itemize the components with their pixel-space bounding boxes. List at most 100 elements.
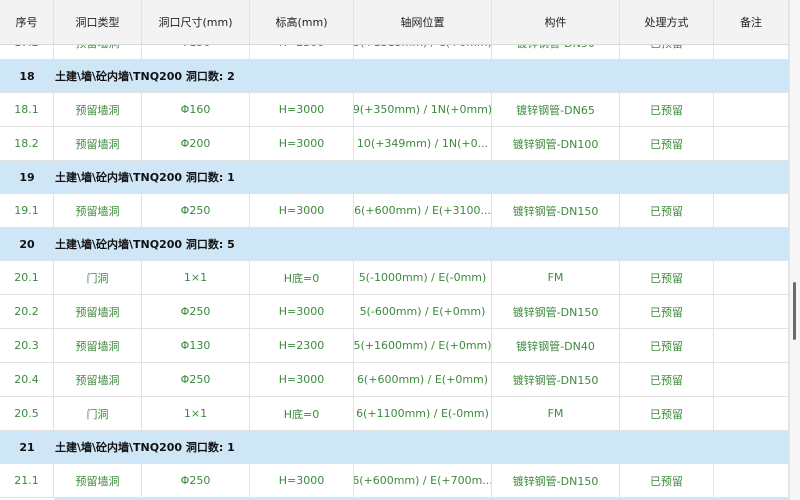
group-row[interactable]: 21 土建\墙\砼内墙\TNQ200 洞口数: 1 xyxy=(0,431,789,464)
cell-type: 预留墙洞 xyxy=(54,329,142,362)
cell-component: FM xyxy=(492,397,620,430)
group-row[interactable]: 19 土建\墙\砼内墙\TNQ200 洞口数: 1 xyxy=(0,161,789,194)
cell-axis-position: 5(+1600mm) / E(+0mm) xyxy=(354,329,492,362)
group-title: 土建\墙\砼内墙\TNQ200 洞口数: 5 xyxy=(55,238,235,251)
cell-remark xyxy=(714,464,789,497)
table-row[interactable]: 20.4 预留墙洞 Φ250 H=3000 6(+600mm) / E(+0mm) 镀锌钢… xyxy=(0,363,789,397)
cell-index: 18.2 xyxy=(0,127,54,160)
cell-type: 门洞 xyxy=(54,397,142,430)
cell-type: 预留墙洞 xyxy=(54,127,142,160)
scrollbar-thumb[interactable] xyxy=(793,282,796,340)
cell-remark xyxy=(714,194,789,227)
group-row[interactable]: 20 土建\墙\砼内墙\TNQ200 洞口数: 5 xyxy=(0,228,789,261)
group-title: 土建\墙\砼内墙\TNQ200 洞口数: 1 xyxy=(55,441,235,454)
cell-remark xyxy=(714,127,789,160)
cell-elevation: H=3000 xyxy=(250,295,354,328)
cell-axis-position: 9(+350mm) / 1N(+0mm) xyxy=(354,93,492,126)
cell-type: 预留墙洞 xyxy=(54,295,142,328)
cell-size: Φ160 xyxy=(142,93,250,126)
table-header: 序号 洞口类型 洞口尺寸(mm) 标高(mm) 轴网位置 构件 处理方式 备注 xyxy=(0,0,789,45)
cell-remark xyxy=(714,295,789,328)
cell-type: 预留墙洞 xyxy=(54,464,142,497)
column-header-size: 洞口尺寸(mm) xyxy=(142,0,250,44)
cell-axis-position: 6(+600mm) / E(+0mm) xyxy=(354,363,492,396)
cell-axis-position: 6(+600mm) / E(+700m... xyxy=(354,464,492,497)
cell-component: 镀锌钢管-DN100 xyxy=(492,127,620,160)
cell-size: 1×1 xyxy=(142,397,250,430)
cell-remark xyxy=(714,363,789,396)
table-row[interactable]: 18.1 预留墙洞 Φ160 H=3000 9(+350mm) / 1N(+0mm) 镀锌… xyxy=(0,93,789,127)
group-index: 20 xyxy=(19,237,35,251)
cell-elevation: H=3000 xyxy=(250,194,354,227)
table-row[interactable]: 19.1 预留墙洞 Φ250 H=3000 6(+600mm) / E(+3100...… xyxy=(0,194,789,228)
cell-size: Φ250 xyxy=(142,194,250,227)
cell-treatment: 已预留 xyxy=(620,127,714,160)
group-index: 21 xyxy=(19,440,35,454)
group-row[interactable]: 18 土建\墙\砼内墙\TNQ200 洞口数: 2 xyxy=(0,60,789,93)
column-header-elevation: 标高(mm) xyxy=(250,0,354,44)
cell-treatment: 已预留 xyxy=(620,295,714,328)
opening-table: 序号洞口类型洞口尺寸(mm)标高(mm)轴网位置构件处理方式备注 17.2预留墙… xyxy=(0,0,789,500)
group-title: 土建\墙\砼内墙\TNQ200 洞口数: 2 xyxy=(55,70,235,83)
cell-index: 19.1 xyxy=(0,194,54,227)
cell-type: 预留墙洞 xyxy=(54,93,142,126)
cell-component: 镀锌钢管-DN150 xyxy=(492,194,620,227)
cell-index: 20.2 xyxy=(0,295,54,328)
vertical-scrollbar[interactable] xyxy=(789,0,800,500)
cell-component: 镀锌钢管-DN40 xyxy=(492,329,620,362)
column-header-index: 序号 xyxy=(0,0,54,44)
cell-type: 门洞 xyxy=(54,261,142,294)
table-row[interactable]: 18.2 预留墙洞 Φ200 H=3000 10(+349mm) / 1N(+0... 镀… xyxy=(0,127,789,161)
column-header-axis-position: 轴网位置 xyxy=(354,0,492,44)
cell-treatment: 已预留 xyxy=(620,93,714,126)
cell-index: 20.4 xyxy=(0,363,54,396)
table-row[interactable]: 20.2 预留墙洞 Φ250 H=3000 5(-600mm) / E(+0mm) 镀锌钢… xyxy=(0,295,789,329)
cell-size: 1×1 xyxy=(142,261,250,294)
cell-elevation: H=3000 xyxy=(250,127,354,160)
cell-index: 21.1 xyxy=(0,464,54,497)
cell-size: Φ250 xyxy=(142,464,250,497)
group-index: 19 xyxy=(19,170,35,184)
cell-remark xyxy=(714,261,789,294)
cell-elevation: H=3000 xyxy=(250,93,354,126)
cell-elevation: H=3000 xyxy=(250,464,354,497)
cell-treatment: 已预留 xyxy=(620,194,714,227)
table-row[interactable]: 20.3 预留墙洞 Φ130 H=2300 5(+1600mm) / E(+0mm) 镀锌… xyxy=(0,329,789,363)
cell-size: Φ250 xyxy=(142,295,250,328)
table-row[interactable]: 21.1 预留墙洞 Φ250 H=3000 6(+600mm) / E(+700m...… xyxy=(0,464,789,498)
cell-elevation: H底=0 xyxy=(250,261,354,294)
group-title: 土建\墙\砼内墙\TNQ200 洞口数: 1 xyxy=(55,171,235,184)
cell-component: 镀锌钢管-DN150 xyxy=(492,295,620,328)
cell-size: Φ250 xyxy=(142,363,250,396)
cell-component: 镀锌钢管-DN65 xyxy=(492,93,620,126)
cell-index: 20.5 xyxy=(0,397,54,430)
cell-type: 预留墙洞 xyxy=(54,363,142,396)
column-header-treatment: 处理方式 xyxy=(620,0,714,44)
cell-treatment: 已预留 xyxy=(620,397,714,430)
cell-axis-position: 10(+349mm) / 1N(+0... xyxy=(354,127,492,160)
column-header-component: 构件 xyxy=(492,0,620,44)
cell-component: 镀锌钢管-DN150 xyxy=(492,464,620,497)
group-index: 18 xyxy=(19,69,35,83)
cell-axis-position: 5(-600mm) / E(+0mm) xyxy=(354,295,492,328)
cell-index: 18.1 xyxy=(0,93,54,126)
cell-index: 20.1 xyxy=(0,261,54,294)
column-header-remark: 备注 xyxy=(714,0,789,44)
cell-elevation: H=2300 xyxy=(250,329,354,362)
cell-component: FM xyxy=(492,261,620,294)
cell-component: 镀锌钢管-DN150 xyxy=(492,363,620,396)
cell-treatment: 已预留 xyxy=(620,363,714,396)
cell-treatment: 已预留 xyxy=(620,261,714,294)
table-row[interactable]: 20.5 门洞 1×1 H底=0 6(+1100mm) / E(-0mm) FM 已预留 xyxy=(0,397,789,431)
cell-remark xyxy=(714,397,789,430)
cell-treatment: 已预留 xyxy=(620,464,714,497)
table-row[interactable]: 20.1 门洞 1×1 H底=0 5(-1000mm) / E(-0mm) FM 已预留 xyxy=(0,261,789,295)
cell-size: Φ200 xyxy=(142,127,250,160)
cell-size: Φ130 xyxy=(142,329,250,362)
cell-elevation: H底=0 xyxy=(250,397,354,430)
cell-remark xyxy=(714,329,789,362)
cell-axis-position: 6(+1100mm) / E(-0mm) xyxy=(354,397,492,430)
cell-remark xyxy=(714,93,789,126)
cell-axis-position: 6(+600mm) / E(+3100... xyxy=(354,194,492,227)
cell-elevation: H=3000 xyxy=(250,363,354,396)
